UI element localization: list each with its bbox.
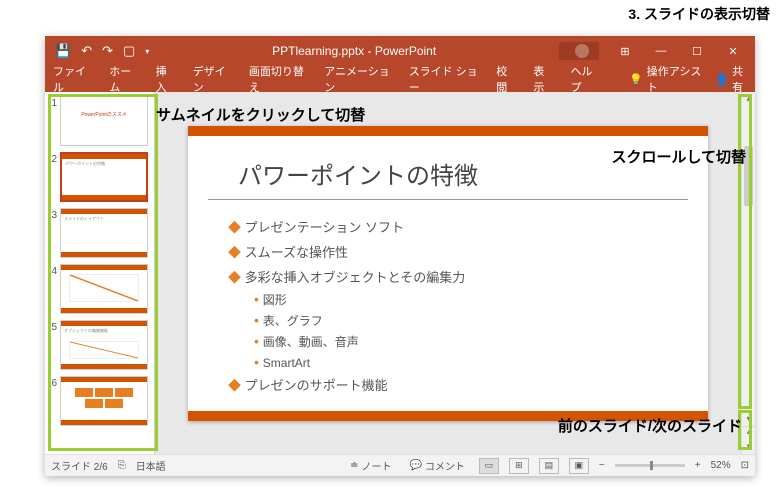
annotation-thumb-click: サムネイルをクリックして切替 [156, 104, 365, 125]
ribbon-tabs: ファイル ホーム 挿入 デザイン 画面切り替え アニメーション スライド ショー… [45, 66, 755, 92]
share-button[interactable]: 👤共有 [715, 63, 749, 95]
notes-button[interactable]: ≐ ノート [346, 458, 395, 473]
comments-button[interactable]: 💬 コメント [405, 458, 468, 473]
sub-bullet: SmartArt [228, 352, 668, 372]
zoom-out-button[interactable]: − [599, 460, 605, 471]
zoom-level[interactable]: 52% [711, 460, 731, 471]
view-sorter-icon[interactable]: ⊞ [509, 458, 529, 474]
thumbnail-5[interactable]: 5 オブジェクトの編集機能 [47, 320, 152, 370]
annotation-scroll: スクロールして切替 [611, 146, 746, 167]
next-slide-button[interactable]: ▾ [742, 441, 755, 454]
titlebar: 💾 ↶ ↷ ▢ ▾ PPTlearning.pptx - PowerPoint … [45, 36, 755, 66]
view-normal-icon[interactable]: ▭ [479, 458, 499, 474]
minimize-button[interactable]: — [643, 36, 679, 66]
save-icon[interactable]: 💾 [55, 43, 71, 59]
thumbnail-1[interactable]: 1 PowerPointのススメ [47, 96, 152, 146]
thumbnail-2[interactable]: 2 パワーポイントの特徴 [47, 152, 152, 202]
maximize-button[interactable]: ☐ [679, 36, 715, 66]
zoom-slider[interactable] [615, 464, 685, 467]
slide-counter[interactable]: スライド 2/6 [51, 458, 108, 473]
fit-window-icon[interactable]: ⊡ [741, 460, 749, 471]
redo-icon[interactable]: ↷ [102, 43, 113, 59]
share-icon: 👤 [715, 73, 729, 86]
avatar-icon [575, 44, 589, 58]
scroll-up-icon[interactable]: ▴ [742, 92, 755, 106]
user-account[interactable] [559, 42, 599, 60]
bullet: プレゼンのサポート機能 [228, 372, 668, 397]
thumbnail-panel[interactable]: 1 PowerPointのススメ 2 パワーポイントの特徴 3 スライドのレイア… [45, 92, 155, 454]
view-slideshow-icon[interactable]: ▣ [569, 458, 589, 474]
tell-me[interactable]: 💡操作アシスト [629, 63, 701, 95]
page-header: 3. スライドの表示切替 [628, 4, 770, 24]
bullet: 多彩な挿入オブジェクトとその編集力 [228, 264, 668, 289]
prev-slide-button[interactable]: ▴ [742, 427, 755, 441]
thumbnail-6[interactable]: 6 [47, 376, 152, 426]
undo-icon[interactable]: ↶ [81, 43, 92, 59]
bullet: プレゼンテーション ソフト [228, 214, 668, 239]
annotation-prevnext: 前のスライド/次のスライド [558, 415, 742, 436]
app-window: 💾 ↶ ↷ ▢ ▾ PPTlearning.pptx - PowerPoint … [45, 36, 755, 476]
ribbon-options-icon[interactable]: ⊞ [607, 36, 643, 66]
close-button[interactable]: ✕ [715, 36, 751, 66]
spellcheck-icon[interactable]: ⎘ [118, 460, 126, 471]
sub-bullet: 画像、動画、音声 [228, 331, 668, 352]
lightbulb-icon: 💡 [629, 73, 643, 86]
scroll-down-icon[interactable]: ▾ [742, 412, 755, 426]
window-title: PPTlearning.pptx - PowerPoint [149, 44, 559, 58]
thumbnail-4[interactable]: 4 [47, 264, 152, 314]
thumbnail-3[interactable]: 3 スライドのレイアウト [47, 208, 152, 258]
view-reading-icon[interactable]: ▤ [539, 458, 559, 474]
sub-bullet: 図形 [228, 289, 668, 310]
language-status[interactable]: 日本語 [136, 458, 166, 473]
statusbar: スライド 2/6 ⎘ 日本語 ≐ ノート 💬 コメント ▭ ⊞ ▤ ▣ − + … [45, 454, 755, 476]
slide-canvas[interactable]: パワーポイントの特徴 プレゼンテーション ソフト スムーズな操作性 多彩な挿入オ… [188, 126, 708, 421]
sub-bullet: 表、グラフ [228, 310, 668, 331]
slide-top-accent [188, 126, 708, 136]
start-slideshow-icon[interactable]: ▢ [123, 43, 135, 59]
bullet: スムーズな操作性 [228, 239, 668, 264]
zoom-in-button[interactable]: + [695, 460, 701, 471]
slide-body[interactable]: プレゼンテーション ソフト スムーズな操作性 多彩な挿入オブジェクトとその編集力… [188, 200, 708, 411]
